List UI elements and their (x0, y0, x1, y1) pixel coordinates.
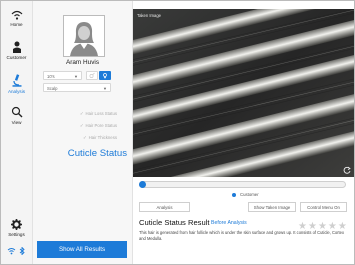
check-icon: ✓ (79, 111, 84, 116)
age-value: 10's (47, 74, 55, 79)
male-button[interactable] (86, 71, 98, 80)
male-icon (89, 72, 95, 78)
connection-status (1, 247, 32, 255)
current-analysis-title: Cuticle Status (67, 148, 127, 159)
gear-icon (11, 219, 22, 230)
nav-customer[interactable]: Customer (1, 41, 32, 60)
refresh-icon[interactable] (343, 166, 351, 174)
slider-handle[interactable] (139, 181, 146, 188)
status-hair-loss-label: Hair Loss Status (85, 111, 117, 116)
microscope-icon (12, 74, 21, 87)
nav-home-label: Home (10, 22, 23, 27)
female-icon (103, 73, 107, 79)
nav-home[interactable]: Home (1, 10, 32, 27)
nav-analysis[interactable]: Analysis (1, 74, 32, 94)
customer-name: Aram Huvis (65, 59, 100, 66)
show-all-results-button[interactable]: Show All Results (37, 241, 127, 258)
chevron-down-icon: ▼ (103, 86, 107, 91)
bluetooth-icon (19, 247, 25, 255)
status-hair-thickness[interactable]: ✓ Hair Thickness (33, 135, 117, 141)
nav-settings[interactable]: Settings (1, 219, 32, 237)
connection-icons (7, 247, 25, 255)
image-slider[interactable] (139, 181, 346, 188)
image-viewer[interactable]: Taken Image (133, 9, 354, 177)
check-icon: ✓ (79, 123, 84, 128)
result-title: Cuticle Status Result (139, 218, 210, 227)
before-analysis-link[interactable]: Before Analysis (211, 220, 247, 226)
female-button[interactable] (99, 71, 111, 80)
wifi-icon (7, 248, 15, 255)
nav-settings-label: Settings (8, 232, 25, 237)
customer-radio[interactable] (232, 193, 236, 197)
status-hair-pore[interactable]: ✓ Hair Pore Status (33, 123, 117, 129)
chevron-down-icon: ▼ (74, 74, 78, 79)
nav-view[interactable]: View (1, 106, 32, 125)
status-hair-loss[interactable]: ✓ Hair Loss Status (33, 111, 117, 117)
status-hair-pore-label: Hair Pore Status (85, 123, 117, 128)
app-window: Home Customer Analysis View Settings Ara… (0, 0, 355, 265)
user-icon (12, 41, 21, 53)
check-icon: ✓ (83, 135, 87, 140)
avatar-silhouette-icon (70, 22, 98, 56)
control-menu-button[interactable]: Control Menu On (300, 202, 347, 212)
nav-view-label: View (11, 120, 22, 125)
avatar (63, 15, 105, 57)
customer-panel: Aram Huvis 10's ▼ Scalp ▼ ✓ Hair Loss Sta… (33, 1, 133, 264)
result-description: This hair is generated from hair follicl… (139, 230, 345, 241)
analysis-button[interactable]: Analysis (139, 202, 190, 212)
area-select[interactable]: Scalp ▼ (43, 83, 111, 92)
hair-microscope-image (133, 9, 354, 177)
age-select[interactable]: 10's ▼ (43, 71, 82, 80)
show-taken-image-button[interactable]: Show Taken Image (248, 202, 296, 212)
area-value: Scalp (47, 86, 58, 91)
home-icon (11, 10, 22, 20)
status-hair-thickness-label: Hair Thickness (88, 135, 117, 140)
viewer-title: Taken Image (137, 13, 161, 18)
nav-customer-label: Customer (6, 55, 27, 60)
nav-rail: Home Customer Analysis View Settings (1, 1, 33, 264)
customer-radio-label: Customer (240, 192, 259, 197)
search-icon (11, 106, 22, 118)
nav-analysis-label: Analysis (7, 89, 26, 94)
